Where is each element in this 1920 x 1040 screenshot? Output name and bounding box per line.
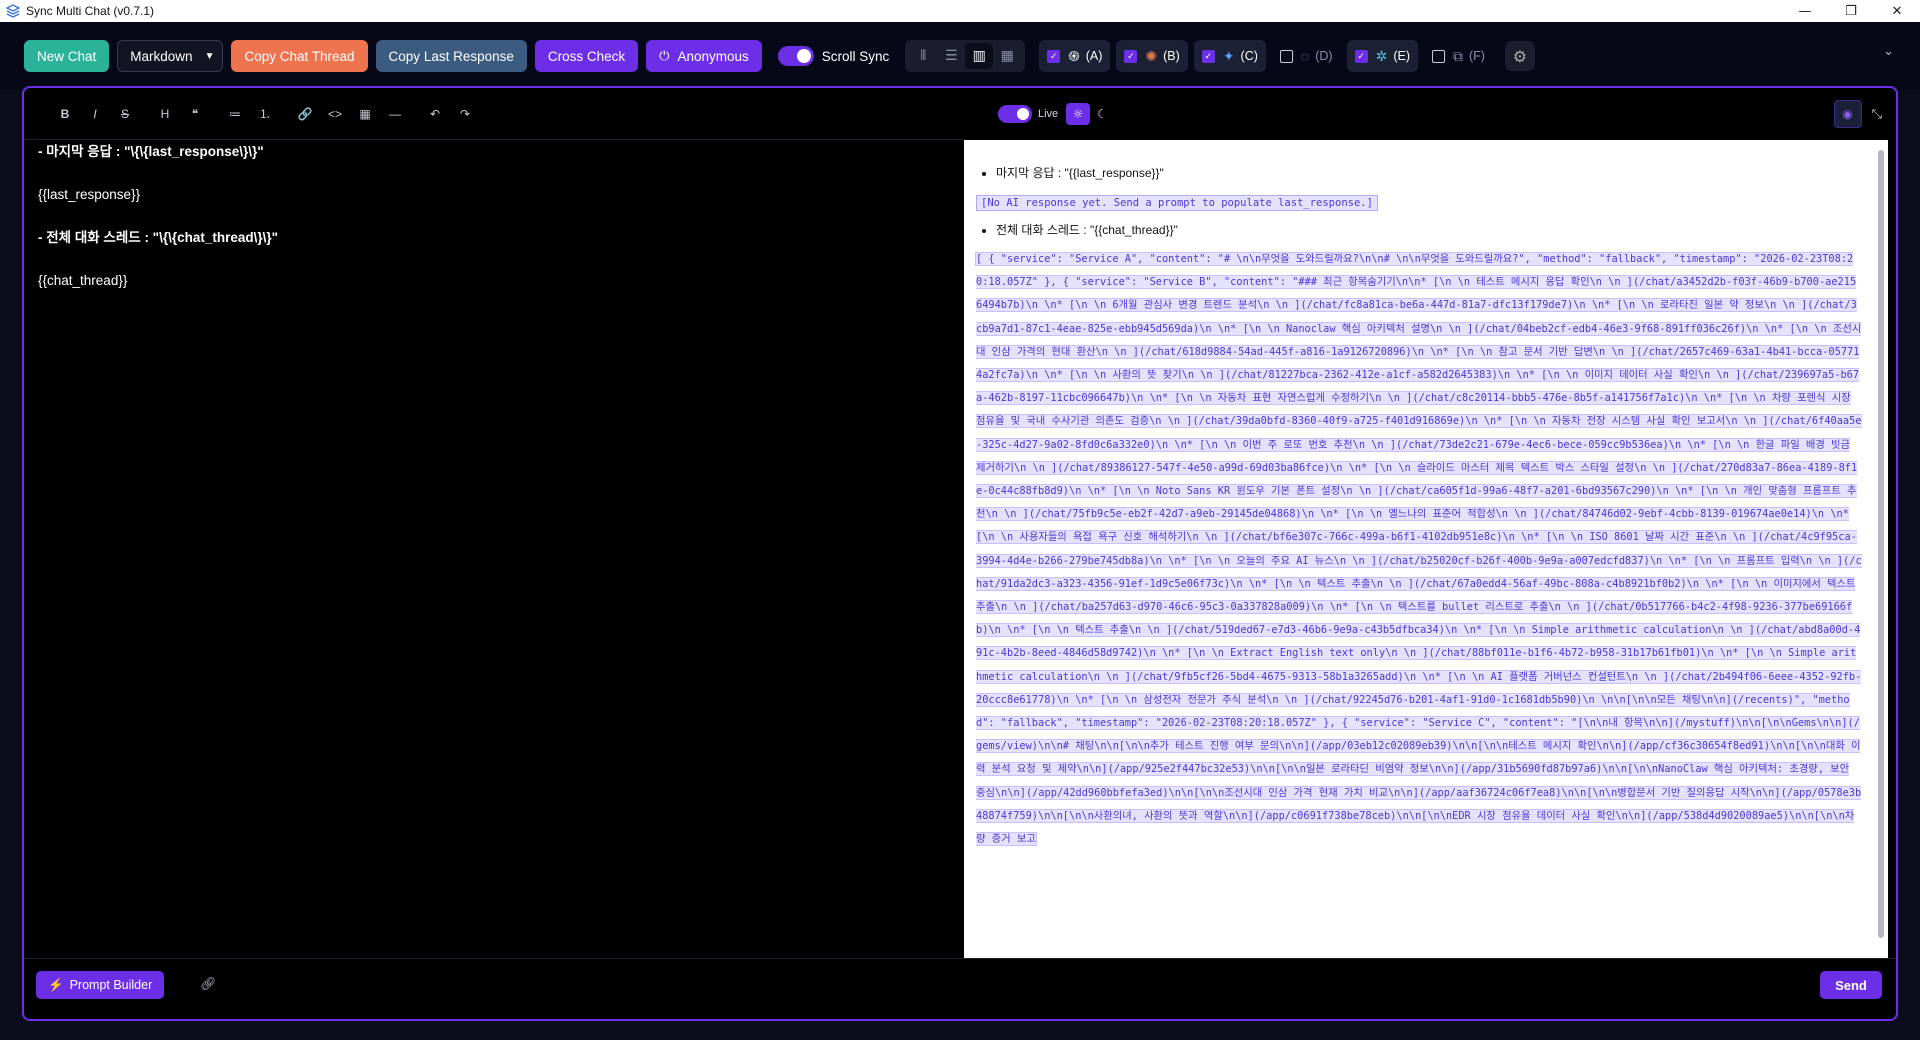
service-label-a: (A) <box>1085 49 1103 63</box>
preview-bullet: 마지막 응답 : "{{last_response}}" <box>996 164 1888 181</box>
redo-button[interactable]: ↷ <box>450 107 480 121</box>
heading-button[interactable]: H <box>150 107 180 121</box>
openai-icon: ֍ <box>1068 47 1080 64</box>
checkbox-checked-icon: ✓ <box>1354 49 1368 63</box>
markdown-preview: 마지막 응답 : "{{last_response}}" [No AI resp… <box>964 140 1888 958</box>
service-label-b: (B) <box>1163 49 1180 63</box>
copy-last-response-button[interactable]: Copy Last Response <box>375 40 527 72</box>
service-toggle-a[interactable]: ✓ ֍ (A) <box>1039 40 1111 72</box>
service-toggle-c[interactable]: ✓ ✦ (C) <box>1193 40 1266 72</box>
claude-icon: ✺ <box>1145 47 1158 64</box>
live-label: Live <box>1038 108 1059 120</box>
horizontal-rule-button[interactable]: — <box>380 107 410 121</box>
undo-button[interactable]: ↶ <box>420 107 450 121</box>
close-window-button[interactable]: ✕ <box>1874 0 1920 22</box>
checkbox-checked-icon: ✓ <box>1047 49 1061 63</box>
bold-button[interactable]: B <box>50 107 80 121</box>
new-chat-button[interactable]: New Chat <box>24 40 110 72</box>
format-select-value: Markdown <box>130 48 193 64</box>
strikethrough-button[interactable]: S <box>110 107 140 121</box>
copy-chat-thread-button[interactable]: Copy Chat Thread <box>231 40 368 72</box>
quote-button[interactable]: ❝ <box>180 107 210 121</box>
service-label-e: (E) <box>1393 49 1410 63</box>
prompt-builder-button[interactable]: ⚡ Prompt Builder <box>36 971 165 999</box>
power-icon: ⏻ <box>659 48 670 63</box>
editor-line: {{chat_thread}} <box>38 273 128 288</box>
top-toolbar: New Chat Markdown ▼ Copy Chat Thread Cop… <box>0 22 1920 90</box>
grok-icon: ✲ <box>1375 47 1388 64</box>
markdown-editor[interactable]: - 마지막 응답 : "\{\{last_response\}\}" {{las… <box>38 144 958 954</box>
editor-line: - 전체 대화 스레드 : "\{\{chat_thread\}\}" <box>38 230 279 245</box>
preview-code-block: [ { "service": "Service A", "content": "… <box>976 253 1862 846</box>
service-toggle-b[interactable]: ✓ ✺ (B) <box>1116 40 1188 72</box>
gear-icon[interactable]: ⚙ <box>1504 41 1535 71</box>
live-toggle[interactable] <box>998 105 1032 123</box>
window-titlebar: Sync Multi Chat (v0.7.1) — ❐ ✕ <box>0 0 1920 22</box>
chat-bubble-icon: ◌ <box>1300 48 1310 64</box>
layout-selector: ⦀ ☰ ▥ ▦ <box>905 40 1026 72</box>
link-icon[interactable]: 🔗 <box>290 107 320 121</box>
service-toggle-f[interactable]: ⧉ (F) <box>1424 40 1493 72</box>
editor-toolbar: B I S H ❝ ≔ ⒈ 🔗 <> ▦ — ↶ ↷ <box>24 88 964 140</box>
perplexity-icon: ⧉ <box>1453 47 1463 64</box>
sun-icon[interactable]: ☼ <box>1066 103 1091 125</box>
gemini-icon: ✦ <box>1222 47 1235 64</box>
main-panel: B I S H ❝ ≔ ⒈ 🔗 <> ▦ — ↶ ↷ - 마지막 응답 : "\… <box>22 86 1898 1021</box>
preview-note: [No AI response yet. Send a prompt to po… <box>976 195 1378 211</box>
moon-icon[interactable]: ☾ <box>1090 103 1114 125</box>
chevron-down-icon: ▼ <box>204 50 215 62</box>
send-button[interactable]: Send <box>1820 971 1882 999</box>
table-button[interactable]: ▦ <box>350 107 380 121</box>
minimize-panel-icon[interactable]: ⤡ <box>1872 107 1882 122</box>
scroll-sync-label: Scroll Sync <box>821 48 890 64</box>
format-select[interactable]: Markdown ▼ <box>117 40 224 72</box>
layout-columns-icon[interactable]: ⦀ <box>909 43 937 69</box>
anonymous-button[interactable]: ⏻ Anonymous <box>646 40 762 72</box>
anonymous-label: Anonymous <box>677 48 749 64</box>
checkbox-checked-icon: ✓ <box>1201 49 1215 63</box>
prompt-builder-label: Prompt Builder <box>69 978 153 992</box>
italic-button[interactable]: I <box>80 107 110 121</box>
scroll-sync-toggle[interactable] <box>777 46 814 66</box>
ordered-list-button[interactable]: ⒈ <box>250 105 280 122</box>
service-toggle-d[interactable]: ◌ (D) <box>1272 40 1341 72</box>
preview-toolbar: Live ☼ ☾ ◉ ⤡ <box>964 88 1896 140</box>
eye-icon[interactable]: ◉ <box>1833 100 1862 128</box>
cross-check-button[interactable]: Cross Check <box>534 40 639 72</box>
bottom-bar: ⚡ Prompt Builder 🔗︎ Send <box>24 958 1896 1019</box>
link-icon[interactable]: 🔗︎ <box>200 977 217 992</box>
editor-line: - 마지막 응답 : "\{\{last_response\}\}" <box>38 144 264 159</box>
collapse-toolbar-chevron-icon[interactable]: ⌄ <box>1883 44 1894 59</box>
service-label-c: (C) <box>1240 49 1258 63</box>
code-button[interactable]: <> <box>320 107 350 121</box>
app-logo-icon <box>6 4 20 18</box>
service-toggle-e[interactable]: ✓ ✲ (E) <box>1346 40 1418 72</box>
bolt-icon: ⚡ <box>48 977 64 992</box>
checkbox-unchecked-icon <box>1432 49 1445 63</box>
checkbox-checked-icon: ✓ <box>1124 49 1138 63</box>
layout-four-columns-icon[interactable]: ▥ <box>965 43 994 69</box>
service-label-f: (F) <box>1469 49 1485 63</box>
maximize-button[interactable]: ❐ <box>1828 0 1874 22</box>
editor-line: {{last_response}} <box>38 187 141 202</box>
checkbox-unchecked-icon <box>1279 49 1293 63</box>
service-label-d: (D) <box>1315 49 1333 63</box>
layout-grid-icon[interactable]: ▦ <box>993 43 1021 69</box>
preview-scrollbar[interactable] <box>1878 150 1884 938</box>
window-title: Sync Multi Chat (v0.7.1) <box>26 4 155 18</box>
layout-rows-icon[interactable]: ☰ <box>937 43 965 69</box>
preview-bullet: 전체 대화 스레드 : "{{chat_thread}}" <box>996 221 1888 238</box>
minimize-button[interactable]: — <box>1782 0 1828 22</box>
bullet-list-button[interactable]: ≔ <box>220 107 250 121</box>
